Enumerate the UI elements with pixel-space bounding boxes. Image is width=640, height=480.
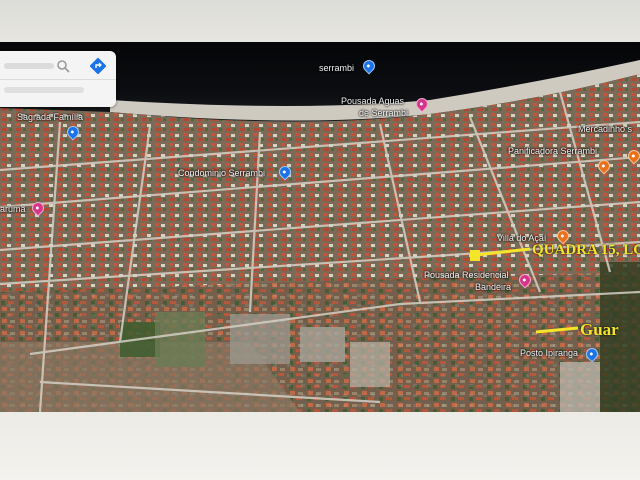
place-label[interactable]: Mercadinho s	[578, 124, 632, 134]
search-text-blur	[4, 63, 54, 69]
search-panel[interactable]	[0, 51, 116, 107]
annotation-quadra: QUADRA 15, LO	[532, 242, 640, 258]
result-text-blur	[4, 87, 84, 93]
annotation-guar: Guar	[580, 320, 619, 339]
place-label[interactable]: serrambi	[319, 63, 354, 73]
place-label[interactable]: Pousada Aguas	[341, 96, 404, 106]
place-label[interactable]: de Serrambi	[359, 108, 408, 118]
directions-icon[interactable]	[90, 58, 106, 74]
monitor-bezel	[0, 412, 640, 480]
place-label[interactable]: Pousada Residencial	[424, 270, 509, 280]
search-icon[interactable]	[56, 59, 70, 73]
place-label[interactable]: aruma	[0, 204, 26, 214]
place-label[interactable]: Panificadora Serrambi	[508, 146, 597, 156]
place-label[interactable]: Condominio Serrambi	[178, 168, 265, 178]
place-label[interactable]: Sagrada Família	[17, 112, 83, 122]
divider	[0, 79, 116, 80]
place-label[interactable]: Posto Ipiranga	[520, 348, 578, 358]
place-label[interactable]: Bandeira	[475, 282, 511, 292]
